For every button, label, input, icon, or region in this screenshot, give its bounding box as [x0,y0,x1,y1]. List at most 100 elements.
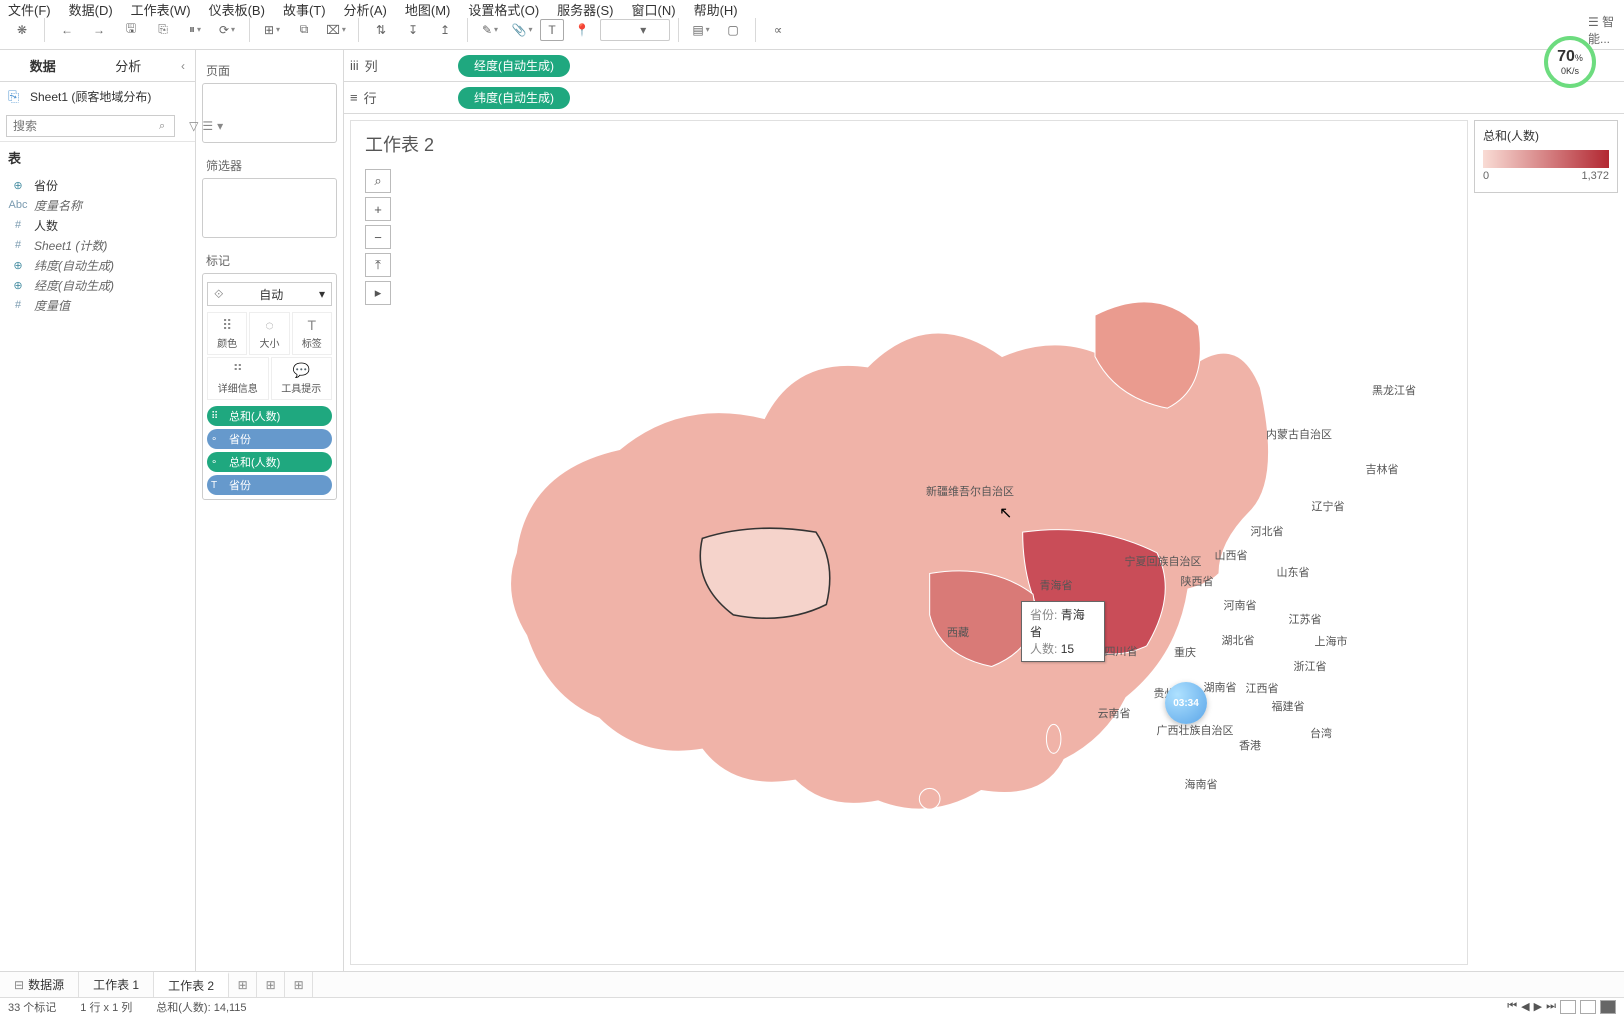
field-row[interactable]: Abc 度量名称 [0,195,195,215]
new-dashboard-tab[interactable]: ⊞ [257,972,285,997]
field-name: Sheet1 (计数) [34,237,107,254]
china-map[interactable] [351,121,1467,964]
save-button[interactable]: 🖫 [117,16,145,44]
rows-shelf[interactable]: ≡行 纬度(自动生成) [344,82,1624,114]
field-type-icon: ⊕ [8,279,28,292]
province-label: 云南省 [1098,705,1131,721]
fit-button[interactable]: ▤ [687,16,715,44]
field-name: 省份 [34,177,58,194]
share-button[interactable]: ∝ [764,16,792,44]
nav-last-icon[interactable]: ⏭ [1546,1000,1556,1014]
mark-pill[interactable]: T省份 [207,475,332,495]
nav-first-icon[interactable]: ⏮ [1507,1000,1517,1014]
province-label: 福建省 [1272,698,1305,714]
province-label: 海南省 [1185,776,1218,792]
province-label: 江苏省 [1289,611,1322,627]
sheet-tab-1[interactable]: 工作表 1 [79,972,154,997]
network-speed-overlay[interactable]: 70% 0K/s [1544,36,1596,88]
new-worksheet-tab[interactable]: ⊞ [229,972,257,997]
refresh-button[interactable]: ⟳ [213,16,241,44]
nav-prev-icon[interactable]: ◀ [1521,1000,1529,1014]
sort-asc-button[interactable]: ↧ [399,16,427,44]
search-dropdown[interactable]: ▾ [600,19,670,41]
search-icon[interactable]: ⌕ [159,120,165,133]
tableau-logo-icon[interactable]: ❋ [8,16,36,44]
view-mode-1[interactable] [1560,1000,1576,1014]
mark-pill[interactable]: ∘省份 [207,429,332,449]
province-label: 西藏 [947,624,969,640]
visualization-canvas[interactable]: 工作表 2 ⌕ + − ⤒ ▸ [350,120,1468,965]
field-row[interactable]: # 人数 [0,215,195,235]
mark-type-select[interactable]: ⟐ 自动 ▾ [207,282,332,306]
new-story-tab[interactable]: ⊞ [285,972,313,997]
mark-pill[interactable]: ⠿总和(人数) [207,406,332,426]
back-button[interactable]: ← [53,16,81,44]
clear-button[interactable]: ⌧ [322,16,350,44]
field-row[interactable]: ⊕ 经度(自动生成) [0,275,195,295]
mark-detail-button[interactable]: ⠛详细信息 [207,357,269,400]
timer-overlay[interactable]: 03:34 [1165,682,1207,724]
pill-icon: ∘ [211,434,225,445]
sheet-tab-2[interactable]: 工作表 2 [154,972,229,997]
province-label: 山东省 [1277,564,1310,580]
swap-button[interactable]: ⇅ [367,16,395,44]
province-label: 宁夏回族自治区 [1125,553,1202,569]
columns-pill[interactable]: 经度(自动生成) [458,55,570,77]
forward-button[interactable]: → [85,16,113,44]
pages-shelf[interactable] [202,83,337,143]
province-label: 辽宁省 [1312,498,1345,514]
color-legend[interactable]: 总和(人数) 0 1,372 [1474,120,1618,193]
pin-button[interactable]: 📍 [568,16,596,44]
mark-size-button[interactable]: ◌大小 [249,312,289,355]
datasource-name[interactable]: Sheet1 (顾客地域分布) [30,88,151,105]
presentation-button[interactable]: ▢ [719,16,747,44]
legend-panel: 总和(人数) 0 1,372 [1474,114,1624,971]
duplicate-button[interactable]: ⧉ [290,16,318,44]
pill-icon: T [211,480,225,491]
columns-shelf[interactable]: iii列 经度(自动生成) [344,50,1624,82]
nav-next-icon[interactable]: ▶ [1534,1000,1542,1014]
status-marks: 33 个标记 [8,999,56,1015]
collapse-icon[interactable]: ‹ [171,50,195,81]
mark-pill[interactable]: ∘总和(人数) [207,452,332,472]
view-mode-2[interactable] [1580,1000,1596,1014]
group-button[interactable]: 📎 [508,16,536,44]
mark-color-button[interactable]: ⠿颜色 [207,312,247,355]
search-input[interactable] [6,115,175,137]
tab-data[interactable]: 数据 [0,50,86,81]
rows-pill[interactable]: 纬度(自动生成) [458,87,570,109]
field-row[interactable]: ⊕ 纬度(自动生成) [0,255,195,275]
mark-label-button[interactable]: T标签 [292,312,332,355]
field-name: 度量值 [34,297,70,314]
sort-desc-button[interactable]: ↥ [431,16,459,44]
province-label: 台湾 [1310,725,1332,741]
new-datasource-button[interactable]: ⎘ [149,16,177,44]
field-row[interactable]: # Sheet1 (计数) [0,235,195,255]
text-button[interactable]: T [540,19,564,41]
tab-analysis[interactable]: 分析 [86,50,172,81]
new-worksheet-button[interactable]: ⊞ [258,16,286,44]
showme-button[interactable]: ☰ 智能... [1588,16,1616,44]
field-row[interactable]: ⊕ 省份 [0,175,195,195]
field-name: 度量名称 [34,197,82,214]
sheet-tabs-bar: ⊟ 数据源 工作表 1 工作表 2 ⊞ ⊞ ⊞ [0,971,1624,997]
datasource-tab[interactable]: ⊟ 数据源 [0,972,79,997]
province-label: 广西壮族自治区 [1157,722,1234,738]
legend-max: 1,372 [1581,170,1609,182]
mark-tooltip-button[interactable]: 💬工具提示 [271,357,333,400]
province-label: 陕西省 [1181,573,1214,589]
view-mode-3[interactable] [1600,1000,1616,1014]
pill-label: 总和(人数) [229,408,280,424]
field-name: 纬度(自动生成) [34,257,114,274]
province-label: 黑龙江省 [1372,382,1416,398]
filters-shelf-label: 筛选器 [202,151,337,178]
menu-window[interactable]: 窗口(N) [632,0,676,19]
filters-shelf[interactable] [202,178,337,238]
pause-button[interactable]: ⏸ [181,16,209,44]
province-label: 重庆 [1174,644,1196,660]
highlight-button[interactable]: ✎ [476,16,504,44]
field-row[interactable]: # 度量值 [0,295,195,315]
pages-shelf-label: 页面 [202,56,337,83]
pill-icon: ∘ [211,457,225,468]
province-label: 吉林省 [1366,461,1399,477]
